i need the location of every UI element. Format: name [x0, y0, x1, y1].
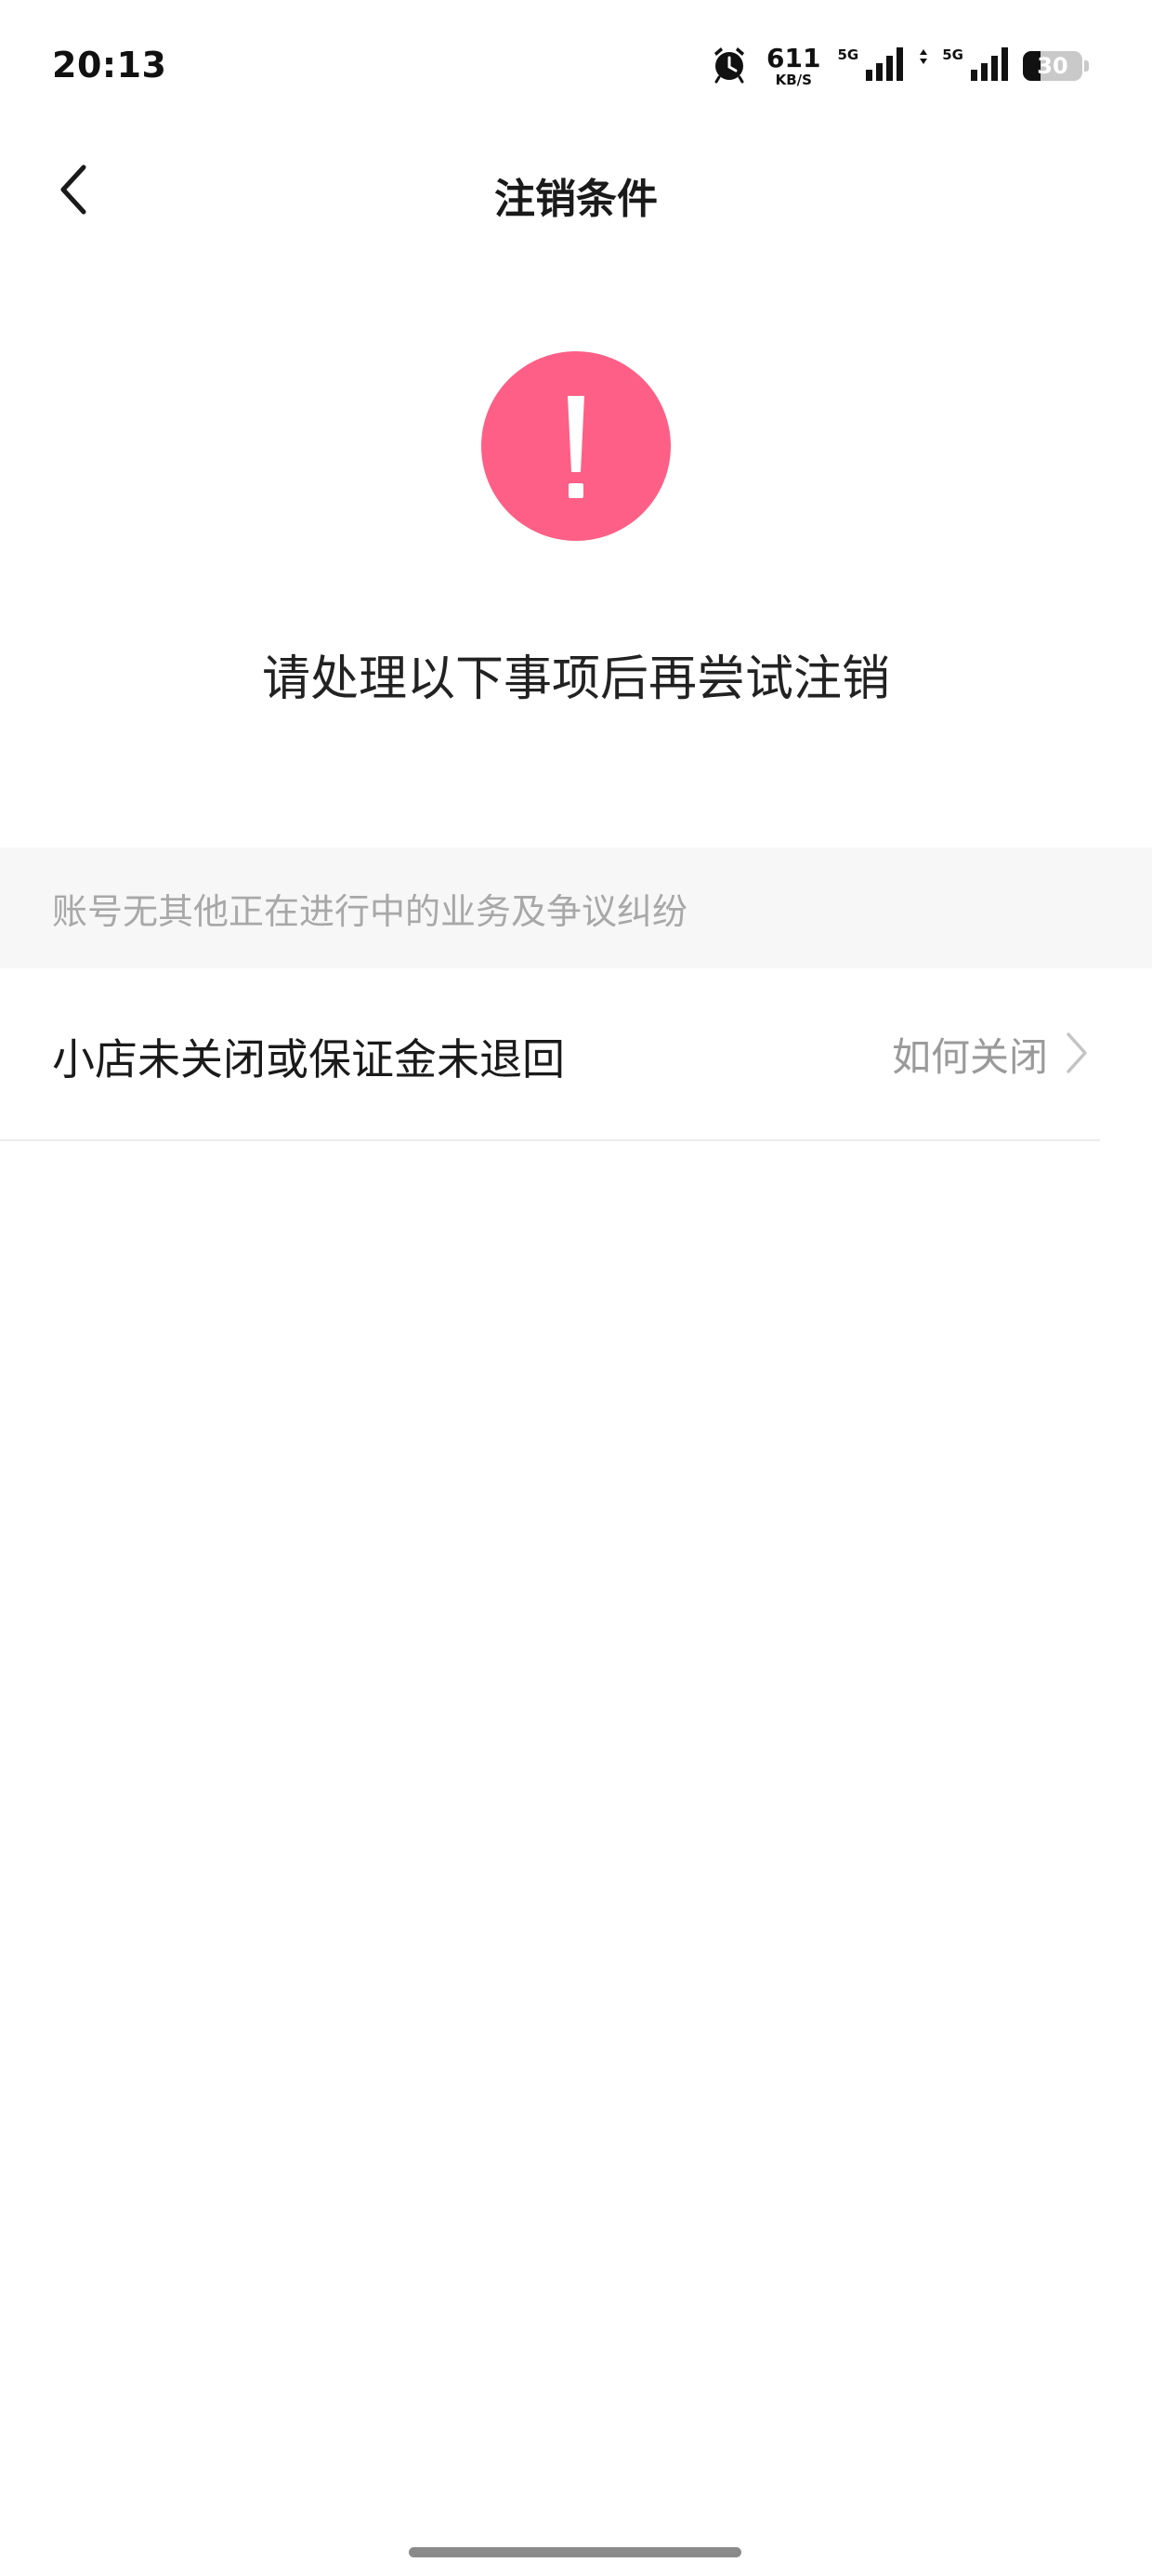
how-to-close-text: 如何关闭: [891, 1034, 1048, 1080]
how-to-close-link[interactable]: 如何关闭: [892, 1026, 1089, 1083]
data-transfer-icon: [918, 46, 929, 86]
signal-2-label: 5G: [942, 46, 963, 63]
section-header-text: 账号无其他正在进行中的业务及争议纠纷: [52, 891, 688, 932]
signal-1-label: 5G: [837, 46, 859, 63]
status-icons: 611 KB/S 5G 5G 30: [709, 43, 1089, 89]
nav-header: 注销条件: [0, 139, 1152, 242]
home-indicator[interactable]: [409, 2547, 741, 2557]
network-speed-value: 611: [766, 42, 821, 73]
alarm-icon: [709, 44, 750, 88]
row-divider: [0, 1139, 1100, 1141]
signal-strength-icon: [967, 46, 1010, 86]
battery-icon: 30: [1023, 51, 1082, 81]
notice-message: 请处理以下事项后再尝试注销: [261, 651, 890, 707]
network-speed-unit: KB/S: [775, 71, 812, 88]
condition-label: 小店未关闭或保证金未退回: [52, 1034, 565, 1084]
warning-icon: [481, 351, 671, 541]
status-bar: 20:13 611 KB/S 5G 5G 30: [0, 0, 1152, 130]
network-speed: 611 KB/S: [766, 42, 821, 88]
battery-level: 30: [1037, 53, 1068, 79]
signal-strength-icon: [862, 46, 905, 86]
page-title: 注销条件: [494, 176, 658, 223]
battery-cap: [1084, 60, 1089, 72]
section-header: 账号无其他正在进行中的业务及争议纠纷: [0, 848, 1152, 968]
chevron-right-icon: [1065, 1031, 1089, 1079]
condition-row-shop[interactable]: 小店未关闭或保证金未退回 如何关闭: [0, 968, 1152, 1141]
status-time: 20:13: [52, 45, 167, 85]
